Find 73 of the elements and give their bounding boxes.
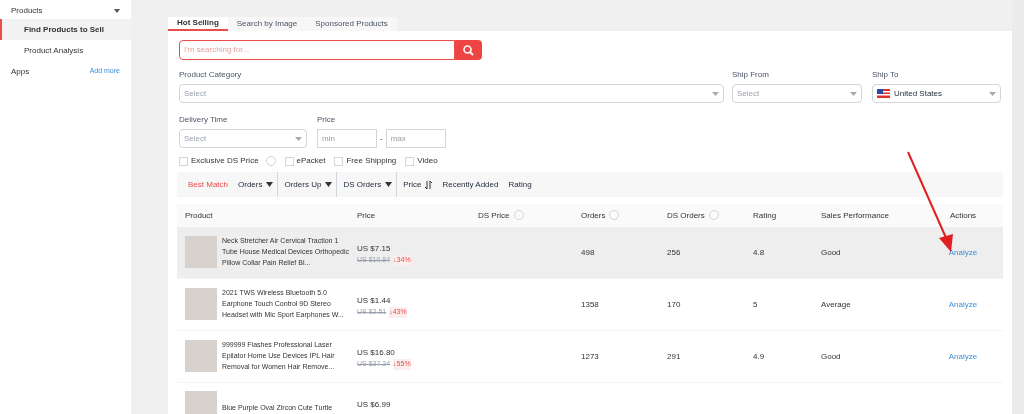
chevron-icon	[712, 91, 719, 96]
analyze-link[interactable]: Analyze	[948, 352, 978, 361]
tab[interactable]: Sponsored Products	[306, 17, 397, 31]
sort-option[interactable]: Rating	[504, 172, 536, 197]
table-cell-text: 4.9	[753, 351, 766, 363]
checkbox-label: Free Shipping	[346, 155, 397, 167]
column-header: Price	[357, 210, 376, 220]
sort-option[interactable]: Best Match	[184, 172, 232, 197]
field-label: Delivery Time	[179, 114, 229, 126]
caret-icon	[385, 182, 393, 187]
column-header: Orders	[581, 210, 606, 220]
table-cell-text: 291	[667, 351, 682, 363]
field-label: Product Category	[179, 69, 243, 81]
checkbox-label: Video	[417, 155, 438, 167]
ship-to-select[interactable]: United States	[872, 84, 1001, 103]
sidebar-section-label[interactable]: Products	[11, 4, 43, 17]
photo-placeholder	[185, 339, 217, 372]
sidebar-item[interactable]: Find Products to Sell	[0, 19, 131, 40]
table-cell-text: 1358	[581, 299, 600, 311]
checkbox[interactable]	[179, 156, 188, 166]
column-header: DS Price	[478, 210, 510, 220]
table-cell-text: 4.8	[753, 247, 766, 259]
photo-placeholder	[185, 287, 217, 320]
sort-option[interactable]: DS Orders	[339, 172, 398, 197]
price: US $1.44	[357, 295, 392, 307]
column-header: Rating	[753, 210, 777, 220]
us-flag-icon	[877, 89, 890, 98]
sort-option[interactable]: Recently Added	[438, 172, 503, 197]
table-cell-text: Good	[821, 351, 842, 363]
chevron-icon	[989, 91, 996, 96]
checkbox-label: ePacket	[296, 155, 326, 167]
search-field[interactable]: I'm searching for...	[179, 40, 455, 60]
price: US $6.99	[357, 399, 392, 411]
column-header: Product	[185, 210, 213, 220]
sort-icon	[425, 180, 433, 189]
tab[interactable]: Hot Selling	[168, 17, 228, 31]
sidebar-section-label[interactable]: Apps	[11, 65, 30, 78]
price: US $7.15	[357, 243, 392, 255]
table-cell-text: 5	[753, 299, 759, 311]
chevron-icon	[295, 136, 302, 141]
checkbox[interactable]	[284, 156, 294, 166]
photo-placeholder	[185, 235, 217, 268]
table-cell-text: 170	[667, 299, 682, 311]
photo-placeholder	[185, 391, 217, 414]
chevron-icon	[850, 91, 857, 96]
checkbox[interactable]	[334, 156, 344, 166]
search-icon	[463, 44, 474, 56]
sort-option[interactable]: Orders	[234, 172, 279, 197]
field-label: Ship From	[732, 69, 770, 81]
sort-option[interactable]: Orders Up	[280, 172, 338, 197]
field-label: Price	[317, 114, 337, 126]
table-cell-text: 1273	[581, 351, 600, 363]
price: US $16.80	[357, 347, 396, 359]
caret-icon	[325, 182, 333, 187]
column-header: Actions	[949, 210, 977, 220]
table-cell-text: Good	[821, 247, 842, 259]
column-header: DS Orders	[667, 210, 705, 220]
range-separator: -	[379, 132, 384, 145]
analyze-link[interactable]: Analyze	[948, 300, 978, 309]
sidebar-item[interactable]: Product Analysis	[0, 40, 131, 61]
sort-option[interactable]: Price	[399, 172, 437, 197]
checkbox[interactable]	[405, 156, 415, 166]
min-price-field[interactable]: min	[317, 129, 377, 148]
max-price-field[interactable]: max	[385, 129, 446, 148]
column-header: Sales Performance	[821, 210, 890, 220]
table-cell-text: 256	[667, 247, 682, 259]
field-label: Ship To	[872, 69, 900, 81]
checkbox-label: Exclusive DS Price	[191, 155, 259, 167]
table-cell-text: Average	[821, 299, 852, 311]
search-button[interactable]	[455, 40, 482, 60]
caret-icon	[266, 182, 274, 187]
table-cell-text: 498	[581, 247, 596, 259]
tab[interactable]: Search by Image	[227, 17, 307, 31]
